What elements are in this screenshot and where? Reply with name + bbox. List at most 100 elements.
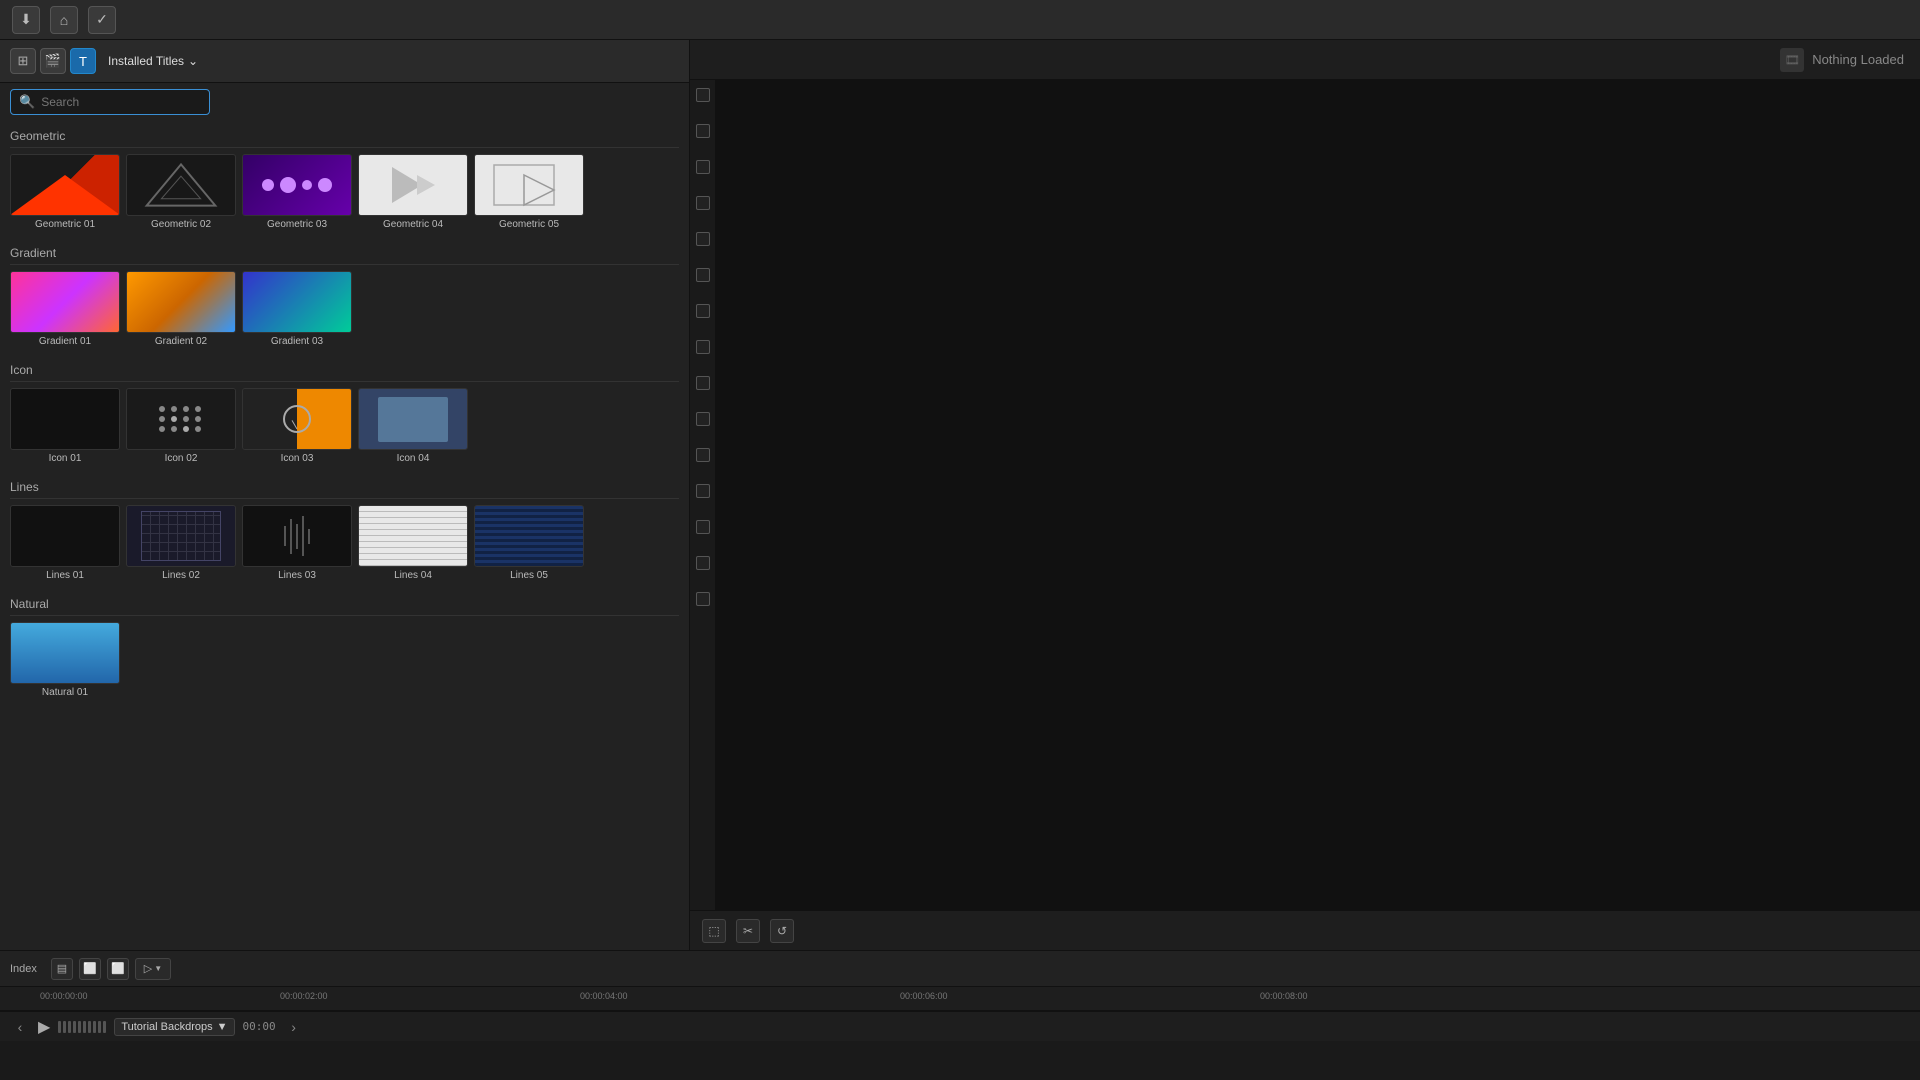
category-icon: Icon Icon 01 [10, 363, 679, 464]
top-toolbar: ⬇ ⌂ ✓ [0, 0, 1920, 40]
prev-button[interactable]: ‹ [10, 1017, 30, 1037]
tab-icon-titles[interactable]: T [70, 48, 96, 74]
list-item[interactable]: Gradient 02 [126, 271, 236, 347]
item-label-icon03: Icon 03 [281, 453, 314, 464]
next-button[interactable]: › [284, 1017, 304, 1037]
project-name-label: Tutorial Backdrops [121, 1021, 212, 1033]
checkbox-item[interactable] [696, 232, 710, 246]
download-button[interactable]: ⬇ [12, 6, 40, 34]
checkbox-item[interactable] [696, 196, 710, 210]
list-item[interactable]: Gradient 03 [242, 271, 352, 347]
natural-grid: Natural 01 [10, 622, 679, 698]
transport-bars [58, 1021, 106, 1033]
timeline-tool-btn-2[interactable]: ⬜ [79, 958, 101, 980]
search-bar: 🔍 [0, 83, 689, 121]
geo02-svg [127, 154, 235, 216]
list-item[interactable]: Natural 01 [10, 622, 120, 698]
installed-titles-selector[interactable]: Installed Titles ⌄ [108, 54, 198, 68]
left-panel: ⊞ 🎬 T Installed Titles ⌄ 🔍 [0, 40, 690, 950]
nothing-loaded-label: Nothing Loaded [1812, 52, 1904, 67]
timeline-tool-btn-select[interactable]: ▷ ▼ [135, 958, 171, 980]
check-button[interactable]: ✓ [88, 6, 116, 34]
check-icon: ✓ [96, 11, 108, 28]
icon-grid: Icon 01 Icon 02 [10, 388, 679, 464]
list-item[interactable]: Lines 01 [10, 505, 120, 581]
item-label-icon01: Icon 01 [49, 453, 82, 464]
checkbox-item[interactable] [696, 124, 710, 138]
list-item[interactable]: Lines 02 [126, 505, 236, 581]
media-icon: ⊞ [18, 53, 29, 69]
list-item[interactable]: Geometric 04 [358, 154, 468, 230]
rotate-btn[interactable]: ↺ [770, 919, 794, 943]
list-item[interactable]: Geometric 01 [10, 154, 120, 230]
chevron-down-icon: ⌄ [188, 54, 198, 68]
search-input-wrap: 🔍 [10, 89, 210, 115]
timeline-ruler: 00:00:00:00 00:00:02:00 00:00:04:00 00:0… [0, 987, 1920, 1011]
list-item[interactable]: Geometric 03 [242, 154, 352, 230]
checkbox-item[interactable] [696, 340, 710, 354]
thumb-lines04 [358, 505, 468, 567]
checkbox-item[interactable] [696, 304, 710, 318]
thumb-lines01 [10, 505, 120, 567]
nothing-loaded-icon: 🎞 [1780, 48, 1804, 72]
thumb-geometric04 [358, 154, 468, 216]
thumb-icon02 [126, 388, 236, 450]
thumb-icon04 [358, 388, 468, 450]
key-icon: ⌂ [60, 12, 68, 28]
list-item[interactable]: Lines 03 [242, 505, 352, 581]
list-item[interactable]: Icon 01 [10, 388, 120, 464]
thumb-natural01 [10, 622, 120, 684]
project-selector[interactable]: Tutorial Backdrops ▼ [114, 1018, 234, 1036]
item-label-grad03: Gradient 03 [271, 336, 323, 347]
category-lines-label: Lines [10, 480, 679, 499]
thumb-lines03 [242, 505, 352, 567]
thumb-gradient03 [242, 271, 352, 333]
thumb-geometric02 [126, 154, 236, 216]
crop-btn[interactable]: ✂ [736, 919, 760, 943]
list-item[interactable]: Icon 04 [358, 388, 468, 464]
tab-icon-video[interactable]: 🎬 [40, 48, 66, 74]
panel-header: ⊞ 🎬 T Installed Titles ⌄ [0, 40, 689, 83]
list-item[interactable]: Lines 04 [358, 505, 468, 581]
category-natural: Natural Natural 01 [10, 597, 679, 698]
bottom-controls: ⬚ ✂ ↺ [690, 910, 1920, 950]
search-input[interactable] [41, 95, 201, 109]
checkbox-item[interactable] [696, 412, 710, 426]
checkbox-item[interactable] [696, 88, 710, 102]
list-item[interactable]: Geometric 05 [474, 154, 584, 230]
frame-icon: ⬚ [708, 924, 719, 938]
checkbox-item[interactable] [696, 448, 710, 462]
key-button[interactable]: ⌂ [50, 6, 78, 34]
category-gradient: Gradient Gradient 01 Gradient 02 [10, 246, 679, 347]
checkbox-item[interactable] [696, 520, 710, 534]
download-icon: ⬇ [20, 11, 32, 28]
checkbox-item[interactable] [696, 592, 710, 606]
library-scroll[interactable]: Geometric Geometric 01 [0, 121, 689, 950]
thumb-gradient01 [10, 271, 120, 333]
timeline-tool-btn-1[interactable]: ▤ [51, 958, 73, 980]
checkbox-item[interactable] [696, 484, 710, 498]
checkbox-item[interactable] [696, 556, 710, 570]
tab-icon-media[interactable]: ⊞ [10, 48, 36, 74]
list-item[interactable]: Icon 03 [242, 388, 352, 464]
frame-btn[interactable]: ⬚ [702, 919, 726, 943]
thumb-geometric01 [10, 154, 120, 216]
list-item[interactable]: Geometric 02 [126, 154, 236, 230]
checkbox-item[interactable] [696, 376, 710, 390]
list-item[interactable]: Icon 02 [126, 388, 236, 464]
checkbox-item[interactable] [696, 268, 710, 282]
list-item[interactable]: Gradient 01 [10, 271, 120, 347]
thumb-lines02 [126, 505, 236, 567]
item-label-lines05: Lines 05 [510, 570, 548, 581]
timecode-display: 00:00 [243, 1020, 276, 1033]
blade-icon: ⬜ [111, 962, 125, 975]
checkbox-item[interactable] [696, 160, 710, 174]
thumb-geometric05 [474, 154, 584, 216]
play-button[interactable]: ▶ [38, 1017, 50, 1037]
timeline-tool-btn-3[interactable]: ⬜ [107, 958, 129, 980]
item-label-geo04: Geometric 04 [383, 219, 443, 230]
list-item[interactable]: Lines 05 [474, 505, 584, 581]
item-label-lines03: Lines 03 [278, 570, 316, 581]
thumb-geometric03 [242, 154, 352, 216]
item-label-icon04: Icon 04 [397, 453, 430, 464]
